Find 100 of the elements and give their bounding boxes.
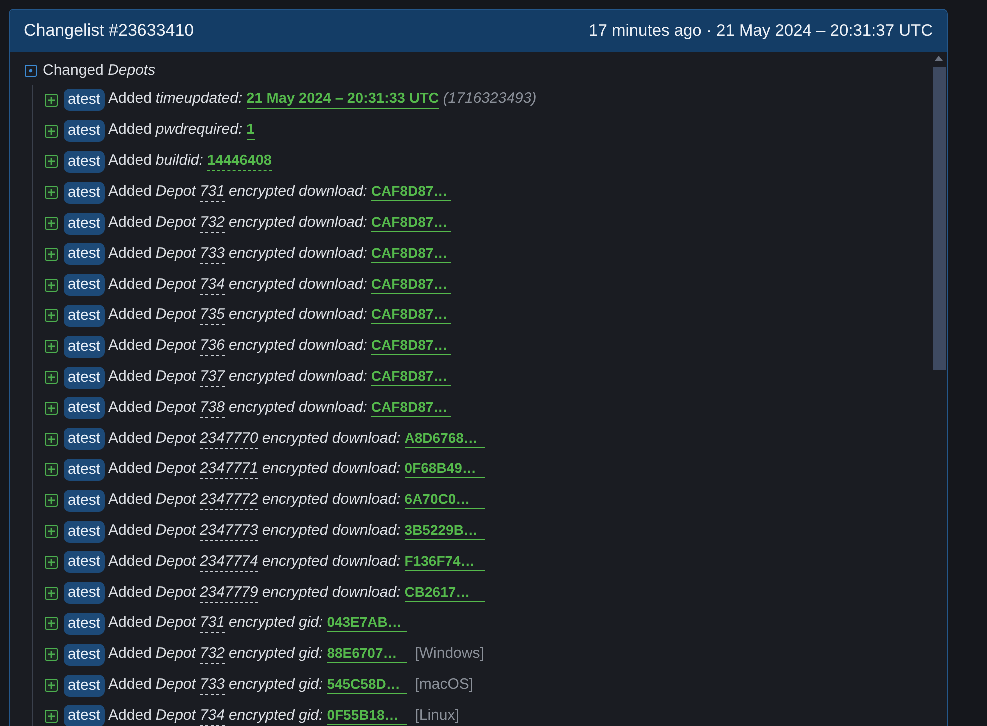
plus-square-icon bbox=[45, 556, 58, 569]
depot-id: 735 bbox=[200, 307, 225, 326]
depot-id: 738 bbox=[200, 400, 225, 418]
action-label: Added bbox=[108, 91, 152, 108]
depot-label: Depot bbox=[156, 430, 196, 447]
field-name: encrypted download: bbox=[228, 400, 368, 416]
action-label: Added bbox=[108, 523, 152, 540]
field-value: CAF8D87… bbox=[371, 306, 452, 324]
field-value: 1 bbox=[246, 122, 255, 140]
depot-label: Depot bbox=[156, 400, 196, 416]
user-badge: atest bbox=[64, 212, 105, 235]
depot-label: Depot bbox=[156, 492, 196, 508]
depot-id: 734 bbox=[200, 276, 225, 295]
plus-square-icon bbox=[45, 617, 58, 630]
user-badge: atest bbox=[64, 582, 105, 604]
depot-label: Depot bbox=[156, 461, 196, 478]
depot-id: 2347771 bbox=[200, 461, 258, 480]
field-name: buildid: bbox=[156, 152, 204, 169]
action-label: Added bbox=[108, 615, 152, 632]
plus-square-icon bbox=[45, 94, 58, 107]
depot-id: 732 bbox=[200, 646, 225, 664]
action-label: Added bbox=[108, 492, 152, 508]
field-value: 88E6707… bbox=[327, 645, 408, 664]
field-value: 0F55B18… bbox=[327, 706, 408, 725]
depot-id: 731 bbox=[200, 615, 225, 634]
action-label: Added bbox=[108, 677, 152, 694]
user-badge: atest bbox=[64, 336, 105, 358]
user-badge: atest bbox=[64, 458, 105, 481]
field-name: encrypted gid: bbox=[228, 708, 324, 724]
depot-id: 2347773 bbox=[200, 523, 258, 542]
plus-square-icon bbox=[45, 586, 58, 600]
user-badge: atest bbox=[64, 274, 105, 296]
depot-id: 2347774 bbox=[200, 554, 258, 572]
field-name: encrypted gid: bbox=[228, 646, 324, 662]
field-value: CB2617… bbox=[404, 584, 485, 602]
user-badge: atest bbox=[64, 644, 105, 666]
field-value: CAF8D87… bbox=[371, 214, 452, 232]
field-value: CAF8D87… bbox=[371, 244, 452, 263]
action-label: Added bbox=[108, 584, 152, 601]
depot-id: 2347772 bbox=[200, 492, 258, 510]
scrollbar-thumb[interactable] bbox=[933, 67, 946, 370]
platform-label: [Windows] bbox=[415, 646, 484, 662]
depot-id: 734 bbox=[200, 708, 225, 726]
user-badge: atest bbox=[64, 612, 105, 635]
depot-label: Depot bbox=[156, 554, 196, 570]
action-label: Added bbox=[108, 646, 152, 662]
plus-square-icon bbox=[45, 525, 58, 538]
user-badge: atest bbox=[64, 520, 105, 543]
field-name: encrypted download: bbox=[262, 523, 401, 540]
field-name: pwdrequired: bbox=[156, 122, 243, 138]
action-label: Added bbox=[108, 276, 152, 293]
action-label: Added bbox=[108, 184, 152, 200]
field-value: CAF8D87… bbox=[371, 398, 452, 417]
field-name: encrypted download: bbox=[262, 461, 401, 478]
plus-square-icon bbox=[45, 648, 58, 662]
field-name: encrypted download: bbox=[262, 584, 401, 601]
action-label: Added bbox=[108, 152, 152, 169]
depot-label: Depot bbox=[156, 584, 196, 601]
depot-label: Depot bbox=[156, 338, 196, 354]
plus-square-icon bbox=[45, 217, 58, 230]
action-label: Added bbox=[108, 400, 152, 416]
depot-id: 736 bbox=[200, 338, 225, 356]
field-value: 3B5229B… bbox=[404, 522, 485, 540]
action-label: Added bbox=[108, 461, 152, 478]
depot-id: 2347770 bbox=[200, 430, 258, 449]
user-badge: atest bbox=[64, 397, 105, 420]
user-badge: atest bbox=[64, 705, 105, 726]
user-badge: atest bbox=[64, 182, 105, 204]
field-name: encrypted download: bbox=[228, 307, 368, 324]
plus-square-icon bbox=[45, 494, 58, 508]
depot-label: Depot bbox=[156, 646, 196, 662]
action-label: Added bbox=[108, 554, 152, 570]
field-name: encrypted download: bbox=[228, 338, 368, 354]
field-value: F136F74… bbox=[404, 552, 485, 571]
depot-label: Depot bbox=[156, 215, 196, 232]
user-badge: atest bbox=[64, 428, 105, 450]
field-value: CAF8D87… bbox=[371, 368, 452, 386]
field-value: CAF8D87… bbox=[371, 337, 452, 356]
user-badge: atest bbox=[64, 150, 105, 173]
depot-id: 732 bbox=[200, 215, 225, 234]
depot-label: Depot bbox=[156, 246, 196, 262]
field-name: timeupdated: bbox=[156, 91, 243, 108]
depot-label: Depot bbox=[156, 307, 196, 324]
action-label: Added bbox=[108, 215, 152, 232]
field-name: encrypted download: bbox=[228, 215, 368, 232]
plus-square-icon bbox=[45, 124, 58, 138]
depot-label: Depot bbox=[156, 184, 196, 200]
depot-id: 731 bbox=[200, 184, 225, 202]
plus-square-icon bbox=[45, 371, 58, 384]
depot-label: Depot bbox=[156, 369, 196, 386]
action-label: Added bbox=[108, 307, 152, 324]
platform-label: [Linux] bbox=[415, 708, 460, 724]
timestamp-note: (1716323493) bbox=[443, 91, 537, 108]
depot-label: Depot bbox=[156, 276, 196, 293]
scroll-up-arrow-icon[interactable] bbox=[935, 56, 943, 61]
plus-square-icon bbox=[45, 278, 58, 292]
plus-square-icon bbox=[45, 710, 58, 723]
plus-square-icon bbox=[45, 340, 58, 354]
user-badge: atest bbox=[64, 243, 105, 266]
field-value: CAF8D87… bbox=[371, 276, 452, 294]
